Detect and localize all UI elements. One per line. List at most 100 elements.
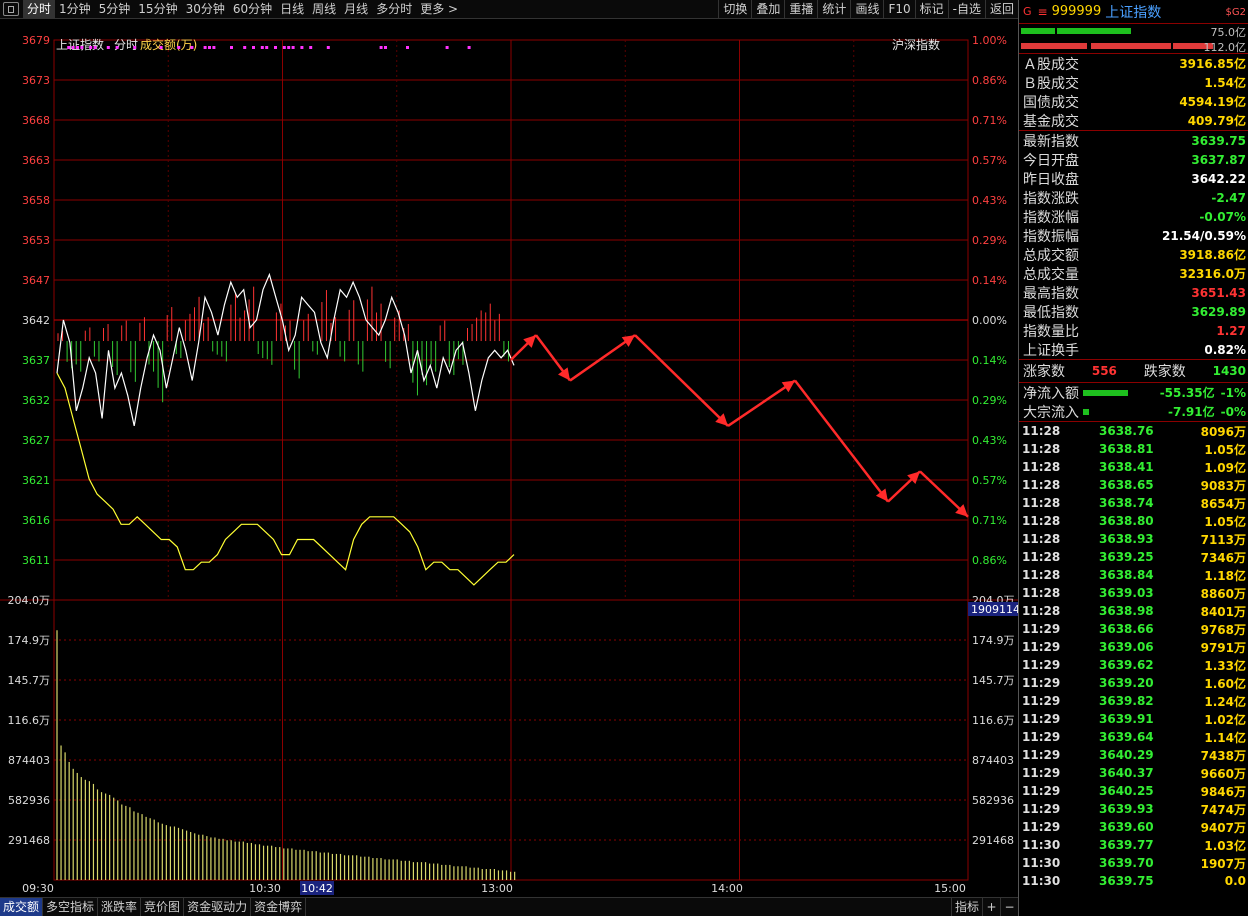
period-tab[interactable]: 多分时 xyxy=(372,0,416,18)
pct-tick-label: 0.43% xyxy=(972,434,1007,447)
tick-row[interactable]: 11:29 3640.37 9660万 xyxy=(1019,764,1248,782)
pct-tick-label: 0.14% xyxy=(972,274,1007,287)
period-tab[interactable]: 5分钟 xyxy=(95,0,135,18)
indicator-tab[interactable]: 涨跌率 xyxy=(98,898,142,916)
period-tab[interactable]: 1分钟 xyxy=(55,0,95,18)
indicator-tab[interactable]: 成交额 xyxy=(0,898,44,916)
tick-row[interactable]: 11:28 3638.84 1.18亿 xyxy=(1019,566,1248,584)
tick-row[interactable]: 11:29 3639.93 7474万 xyxy=(1019,800,1248,818)
indicator-control[interactable]: 指标 xyxy=(950,898,982,916)
tick-row[interactable]: 11:28 3639.03 8860万 xyxy=(1019,584,1248,602)
pct-tick-label: 0.29% xyxy=(972,394,1007,407)
trend-arrowhead xyxy=(558,367,570,381)
down-label: 跌家数 xyxy=(1143,364,1186,380)
indicator-tab[interactable]: 资金博弈 xyxy=(251,898,307,916)
tick-row[interactable]: 11:28 3638.41 1.09亿 xyxy=(1019,458,1248,476)
tick-row[interactable]: 11:28 3638.93 7113万 xyxy=(1019,530,1248,548)
quote-panel: G ≡ 999999 上证指数 $G2 75.0亿 112.0亿 Ａ股成交 391… xyxy=(1018,0,1248,916)
intraday-chart[interactable]: 3679 1.00% 3673 0.86% 3668 0.71% 3663 0.57% 3658… xyxy=(0,19,1018,899)
signal-mark xyxy=(177,46,181,49)
toolbar-button[interactable]: F10 xyxy=(883,0,914,18)
signal-mark xyxy=(243,46,247,49)
tick-row[interactable]: 11:29 3639.62 1.33亿 xyxy=(1019,656,1248,674)
indicator-tabbar: 成交额 多空指标 涨跌率 竞价图 资金驱动力 资金博弈 指标 + − xyxy=(0,897,1018,916)
up-label: 涨家数 xyxy=(1023,364,1065,380)
vol-tick-left: 145.7万 xyxy=(8,674,51,687)
flow-value: -55.35亿 xyxy=(1159,386,1215,400)
tick-row[interactable]: 11:29 3640.29 7438万 xyxy=(1019,746,1248,764)
period-tab[interactable]: 60分钟 xyxy=(229,0,276,18)
signal-mark xyxy=(445,46,449,49)
tick-volume: 1.60亿 xyxy=(1204,676,1246,691)
up-volume-bar: 75.0亿 xyxy=(1019,24,1248,39)
period-tab[interactable]: 日线 xyxy=(276,0,308,18)
group-icon[interactable]: G xyxy=(1023,5,1032,18)
tick-row[interactable]: 11:28 3639.25 7346万 xyxy=(1019,548,1248,566)
tick-row[interactable]: 11:29 3639.06 9791万 xyxy=(1019,638,1248,656)
tick-row[interactable]: 11:30 3639.75 0.0 xyxy=(1019,872,1248,890)
stat-value: 21.54/0.59% xyxy=(1162,228,1246,243)
vol-tick-right: 874403 xyxy=(972,754,1014,767)
indicator-tab[interactable]: 竞价图 xyxy=(141,898,185,916)
stat-label: 总成交额 xyxy=(1023,247,1079,264)
vol-tick-right: 174.9万 xyxy=(972,634,1015,647)
overlay-label[interactable]: 沪深指数 xyxy=(892,37,940,52)
period-tab[interactable]: 周线 xyxy=(308,0,340,18)
signal-mark xyxy=(326,46,330,49)
toolbar-button[interactable]: 统计 xyxy=(817,0,850,18)
bar-seg xyxy=(1021,28,1055,34)
period-tab[interactable]: 月线 xyxy=(340,0,372,18)
tick-row[interactable]: 11:28 3638.81 1.05亿 xyxy=(1019,440,1248,458)
signal-mark xyxy=(300,46,304,49)
toolbar-button[interactable]: -自选 xyxy=(947,0,985,18)
tick-row[interactable]: 11:30 3639.70 1907万 xyxy=(1019,854,1248,872)
layout-icon[interactable] xyxy=(3,2,19,16)
tick-row[interactable]: 11:29 3639.20 1.60亿 xyxy=(1019,674,1248,692)
period-tab[interactable]: 30分钟 xyxy=(182,0,229,18)
period-tab[interactable]: 15分钟 xyxy=(134,0,181,18)
signal-mark xyxy=(212,46,216,49)
turnover-label: Ｂ股成交 xyxy=(1023,75,1079,92)
toolbar-button[interactable]: 标记 xyxy=(914,0,948,18)
toolbar-button[interactable]: 叠加 xyxy=(751,0,784,18)
tick-row[interactable]: 11:28 3638.74 8654万 xyxy=(1019,494,1248,512)
toolbar-button[interactable]: 画线 xyxy=(850,0,883,18)
bar-seg xyxy=(1091,43,1171,49)
indicator-tab[interactable]: 资金驱动力 xyxy=(184,898,252,916)
period-tab[interactable]: 更多 > xyxy=(416,0,462,18)
tick-price: 3638.84 xyxy=(1099,568,1154,582)
tick-row[interactable]: 11:29 3640.25 9846万 xyxy=(1019,782,1248,800)
stat-label: 总成交量 xyxy=(1023,266,1079,283)
tick-row[interactable]: 11:30 3639.77 1.03亿 xyxy=(1019,836,1248,854)
indicator-control[interactable]: − xyxy=(1000,898,1018,916)
vol-tick-left: 116.6万 xyxy=(8,714,51,727)
tick-row[interactable]: 11:28 3638.76 8096万 xyxy=(1019,422,1248,440)
app-root: 分时 1分钟 5分钟 15分钟 30分钟 60分钟 日线 周线 月线 多分时 更多 > 切换 叠加 重播… xyxy=(0,0,1248,916)
turnover-list: Ａ股成交 3916.85亿 Ｂ股成交 1.54亿 国债成交 4594.19亿 基金成交 409… xyxy=(1019,54,1248,130)
tick-time: 11:28 xyxy=(1022,586,1061,600)
tick-price: 3639.77 xyxy=(1099,838,1154,852)
tick-row[interactable]: 11:29 3639.82 1.24亿 xyxy=(1019,692,1248,710)
price-tick-label: 3663 xyxy=(22,154,50,167)
indicator-control[interactable]: + xyxy=(982,898,1000,916)
tick-volume: 1.24亿 xyxy=(1204,694,1246,709)
tick-row[interactable]: 11:28 3638.98 8401万 xyxy=(1019,602,1248,620)
tick-row[interactable]: 11:28 3638.65 9083万 xyxy=(1019,476,1248,494)
toolbar-button[interactable]: 切换 xyxy=(718,0,751,18)
tick-row[interactable]: 11:29 3638.66 9768万 xyxy=(1019,620,1248,638)
tick-row[interactable]: 11:29 3639.60 9407万 xyxy=(1019,818,1248,836)
indicator-tab[interactable]: 多空指标 xyxy=(43,898,99,916)
tick-row[interactable]: 11:29 3639.64 1.14亿 xyxy=(1019,728,1248,746)
tick-volume: 1.14亿 xyxy=(1204,730,1246,745)
period-tab[interactable]: 分时 xyxy=(23,0,56,18)
toolbar-button[interactable]: 返回 xyxy=(984,0,1018,18)
flow-row: 大宗流入 -7.91亿 -0% xyxy=(1019,402,1248,421)
price-tick-label: 3673 xyxy=(22,74,50,87)
stat-value: 3651.43 xyxy=(1191,285,1246,300)
tick-row[interactable]: 11:29 3639.91 1.02亿 xyxy=(1019,710,1248,728)
tick-price: 3639.70 xyxy=(1099,856,1154,870)
tick-list[interactable]: 11:28 3638.76 8096万 11:28 3638.81 1.05亿 11:28 3… xyxy=(1019,422,1248,890)
toolbar-button[interactable]: 重播 xyxy=(784,0,817,18)
menu-icon[interactable]: ≡ xyxy=(1038,5,1048,19)
tick-row[interactable]: 11:28 3638.80 1.05亿 xyxy=(1019,512,1248,530)
